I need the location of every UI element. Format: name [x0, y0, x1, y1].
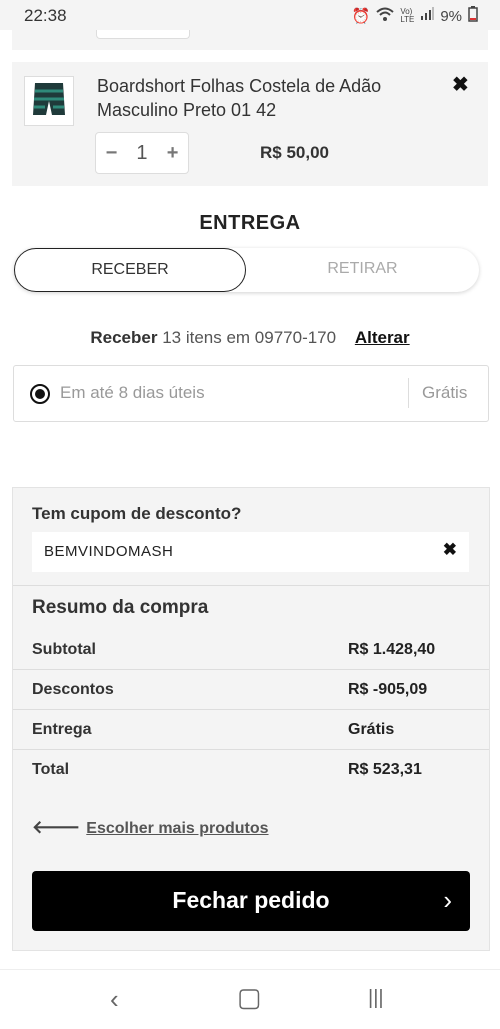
- quantity-stepper: − 1 +: [95, 132, 189, 174]
- increase-quantity-button[interactable]: +: [167, 142, 179, 165]
- coupon-title: Tem cupom de desconto?: [32, 504, 242, 523]
- summary-row-label: Entrega: [32, 721, 92, 738]
- summary-row-subtotal: Subtotal R$ 1.428,40: [13, 629, 489, 669]
- summary-row-value: R$ -905,09: [348, 681, 428, 698]
- product-thumbnail[interactable]: [24, 76, 74, 126]
- summary-row-value: R$ 523,31: [348, 761, 422, 778]
- shipping-option-price: Grátis: [422, 383, 468, 402]
- shipping-option[interactable]: Em até 8 dias úteis Grátis: [13, 365, 489, 422]
- recents-icon[interactable]: |||: [368, 987, 384, 1010]
- chevron-right-icon: ›: [443, 885, 452, 915]
- alarm-icon: ⏰: [351, 8, 371, 25]
- product-name[interactable]: Boardshort Folhas Costela de Adão Mascul…: [97, 74, 417, 122]
- status-icons: ⏰ Vo) LTE 9%: [352, 6, 478, 26]
- summary-row-label: Descontos: [32, 681, 114, 698]
- shipping-option-label: Em até 8 dias úteis: [60, 383, 205, 402]
- status-time: 22:38: [24, 6, 67, 25]
- tab-pickup[interactable]: RETIRAR: [246, 248, 479, 290]
- receive-label: Receber: [90, 328, 158, 347]
- change-address-link[interactable]: Alterar: [355, 328, 410, 347]
- volte-icon: Vo) LTE: [400, 7, 415, 24]
- divider: [13, 585, 489, 586]
- tab-receive[interactable]: RECEBER: [14, 248, 246, 292]
- status-bar: 22:38 ⏰ Vo) LTE 9%: [0, 0, 500, 30]
- arrow-left-icon: 🡐: [32, 817, 81, 837]
- coupon-field[interactable]: BEMVINDOMASH ✖: [32, 532, 469, 572]
- delivery-address-line: Receber 13 itens em 09770-170 Alterar: [0, 328, 500, 348]
- cart-item: Boardshort Folhas Costela de Adão Mascul…: [12, 62, 488, 186]
- continue-shopping-link[interactable]: 🡐 Escolher mais produtos: [32, 817, 269, 838]
- summary-row-label: Subtotal: [32, 641, 96, 658]
- order-summary: Tem cupom de desconto? BEMVINDOMASH ✖ Re…: [12, 487, 490, 951]
- battery-level: 9%: [440, 7, 462, 25]
- battery-icon: [468, 6, 478, 26]
- checkout-label: Fechar pedido: [172, 887, 330, 913]
- decrease-quantity-button[interactable]: −: [106, 142, 118, 165]
- summary-row-discounts: Descontos R$ -905,09: [13, 669, 489, 709]
- summary-row-delivery: Entrega Grátis: [13, 709, 489, 749]
- coupon-code: BEMVINDOMASH: [44, 543, 174, 560]
- shipping-option-radio[interactable]: [30, 384, 50, 404]
- summary-title: Resumo da compra: [32, 597, 209, 618]
- wifi-icon: [376, 7, 394, 25]
- home-icon[interactable]: ▢: [237, 982, 262, 1013]
- delivery-title: ENTREGA: [199, 212, 301, 234]
- previous-quantity-stepper[interactable]: [96, 30, 190, 39]
- system-nav-bar: ‹ ▢ |||: [0, 969, 500, 1029]
- summary-row-value: R$ 1.428,40: [348, 641, 436, 658]
- receive-info: 13 itens em 09770-170: [162, 328, 337, 347]
- divider: [408, 378, 409, 408]
- previous-cart-item: [12, 30, 488, 50]
- continue-shopping-label: Escolher mais produtos: [86, 820, 269, 837]
- summary-row-value: Grátis: [348, 721, 395, 738]
- quantity-value: 1: [136, 141, 148, 164]
- remove-item-icon[interactable]: ✖: [452, 72, 469, 97]
- summary-row-total: Total R$ 523,31: [13, 749, 489, 789]
- summary-row-label: Total: [32, 761, 70, 778]
- delivery-mode-toggle: RECEBER RETIRAR: [14, 248, 479, 292]
- checkout-button[interactable]: Fechar pedido ›: [32, 871, 470, 931]
- back-icon[interactable]: ‹: [110, 984, 119, 1015]
- clear-coupon-icon[interactable]: ✖: [443, 540, 457, 560]
- product-price: R$ 50,00: [260, 143, 329, 162]
- signal-icon: [420, 7, 435, 25]
